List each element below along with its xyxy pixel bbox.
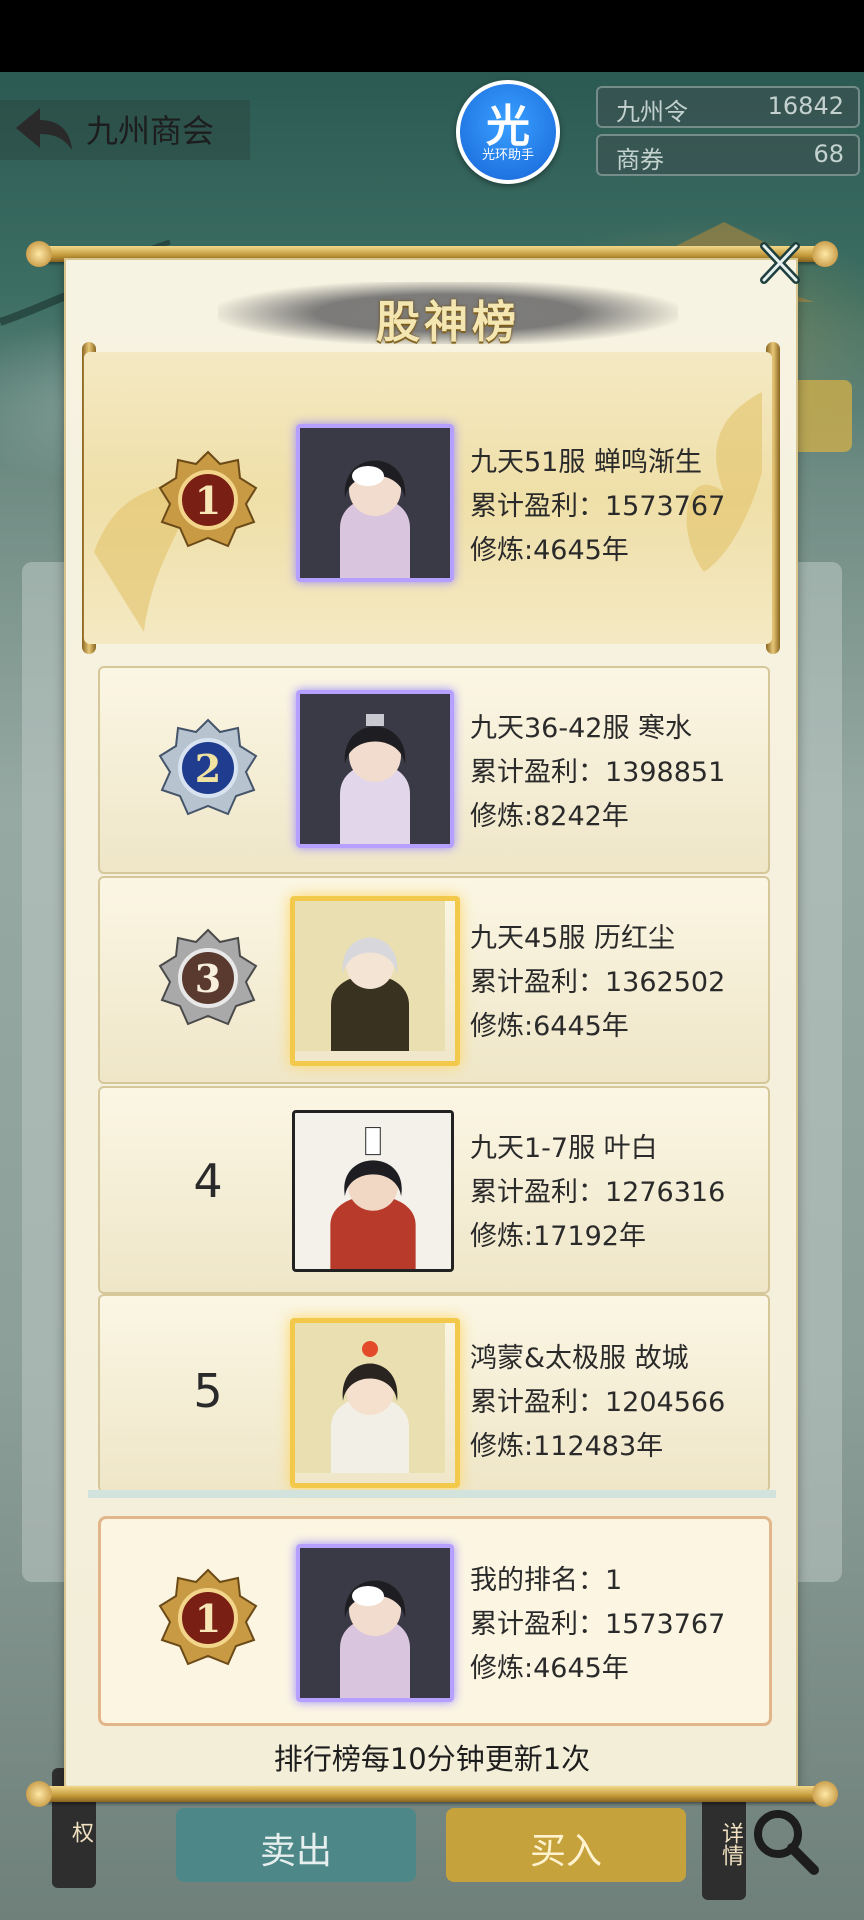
buy-button-label: 买入 xyxy=(529,1831,602,1872)
my-rank-label: 我的排名：1 xyxy=(470,1565,623,1596)
currency-name: 九州令 xyxy=(616,98,688,126)
currency-value: 68 xyxy=(813,140,844,168)
player-server-name: 九天1-7服 叶白 xyxy=(470,1133,658,1164)
player-profit: 累计盈利：1398851 xyxy=(470,757,726,788)
background-gold-panel xyxy=(792,380,852,452)
gold-medal-icon: 1 xyxy=(158,450,258,548)
svg-text:1: 1 xyxy=(195,478,221,523)
title-banner: 股神榜 xyxy=(218,282,678,348)
player-profit: 累计盈利：1573767 xyxy=(470,491,726,522)
avatar-rank-1[interactable] xyxy=(296,424,454,582)
player-cultivation: 修炼:8242年 xyxy=(470,801,629,832)
close-icon[interactable] xyxy=(756,240,804,288)
scroll-rod-bottom xyxy=(26,1781,838,1807)
player-server-name: 九天36-42服 寒水 xyxy=(470,713,693,744)
currency-name: 商券 xyxy=(616,146,664,174)
sell-button-label: 卖出 xyxy=(259,1831,332,1872)
search-icon[interactable] xyxy=(744,1800,824,1880)
rank-number: 4 xyxy=(193,1154,223,1208)
avatar-rank-5[interactable] xyxy=(290,1318,460,1488)
svg-text:2: 2 xyxy=(195,746,221,791)
blue-medal-icon: 2 xyxy=(158,718,258,816)
halo-helper-label: 光环助手 xyxy=(481,148,534,163)
gold-medal-icon: 1 xyxy=(158,1568,258,1666)
status-bar xyxy=(0,0,864,72)
svg-text:1: 1 xyxy=(195,1596,221,1641)
player-profit: 累计盈利：1276316 xyxy=(470,1177,726,1208)
my-profit: 累计盈利：1573767 xyxy=(470,1609,726,1640)
player-server-name: 鸿蒙&太极服 故城 xyxy=(470,1343,689,1374)
avatar-rank-2[interactable] xyxy=(296,690,454,848)
player-server-name: 九天45服 历红尘 xyxy=(470,923,675,954)
rank-number: 5 xyxy=(193,1364,223,1418)
sell-button[interactable]: 卖出 xyxy=(176,1808,416,1882)
player-cultivation: 修炼:17192年 xyxy=(470,1221,646,1252)
halo-helper-button[interactable]: 光 光环助手 xyxy=(456,80,560,184)
player-cultivation: 修炼:4645年 xyxy=(470,535,629,566)
modal-title: 股神榜 xyxy=(376,297,520,348)
back-arrow-icon[interactable] xyxy=(12,104,76,156)
update-note: 排行榜每10分钟更新1次 xyxy=(273,1742,591,1776)
currency-voucher: 商券 68 xyxy=(596,134,860,176)
player-profit: 累计盈利：1204566 xyxy=(470,1387,726,1418)
player-server-name: 九天51服 蝉鸣渐生 xyxy=(470,447,702,478)
avatar-rank-3[interactable] xyxy=(290,896,460,1066)
buy-button[interactable]: 买入 xyxy=(446,1808,686,1882)
player-profit: 累计盈利：1362502 xyxy=(470,967,726,998)
currency-value: 16842 xyxy=(767,92,844,120)
silver-medal-icon: 3 xyxy=(158,928,258,1026)
svg-text:3: 3 xyxy=(195,956,221,1001)
currency-jiuzhou-token: 九州令 16842 xyxy=(596,86,860,128)
avatar-rank-4[interactable] xyxy=(292,1110,454,1272)
player-cultivation: 修炼:112483年 xyxy=(470,1431,664,1462)
player-cultivation: 修炼:6445年 xyxy=(470,1011,629,1042)
list-bottom-divider xyxy=(88,1490,776,1498)
my-cultivation: 修炼:4645年 xyxy=(470,1653,629,1684)
page-title: 九州商会 xyxy=(86,112,215,150)
my-avatar[interactable] xyxy=(296,1544,454,1702)
